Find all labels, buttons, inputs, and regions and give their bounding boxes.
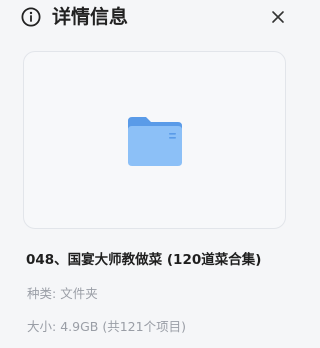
file-type-value: 文件夹 [60,286,98,301]
file-type-row: 种类: 文件夹 [27,285,98,303]
file-name: 048、国宴大师教做菜 (120道菜合集) [26,252,262,268]
item-count: (共121个项目) [102,319,186,334]
file-type-label: 种类: [27,286,57,301]
panel-title: 详情信息 [52,6,129,28]
file-size-value: 4.9GB [60,319,99,334]
file-size-label: 大小: [27,319,57,334]
info-circle-icon [21,7,41,27]
details-header: 详情信息 [0,0,305,36]
close-icon[interactable] [267,6,289,28]
close-button[interactable] [267,6,289,28]
file-size-row: 大小: 4.9GB (共121个项目) [27,318,186,336]
preview-card [23,51,286,229]
folder-icon [128,117,182,166]
